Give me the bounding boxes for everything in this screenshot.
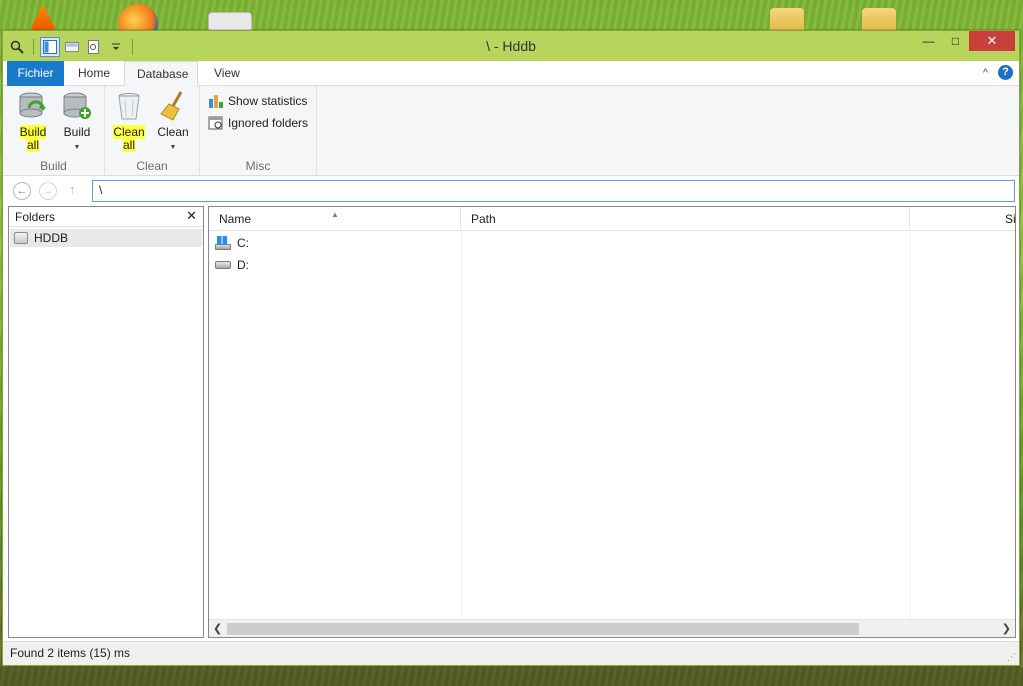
list-item-name: D: <box>237 258 249 272</box>
tree-item-hddb[interactable]: HDDB <box>10 229 202 247</box>
build-all-button[interactable]: Build all <box>13 90 53 152</box>
chevron-down-icon: ▼ <box>169 144 177 151</box>
column-header-path[interactable]: Path <box>461 207 910 231</box>
tab-home[interactable]: Home <box>66 61 122 86</box>
build-all-label-line2: all <box>26 138 39 152</box>
ribbon-right-controls: ^ ? <box>983 65 1013 80</box>
build-dropdown-button[interactable]: Build ▼ <box>57 90 97 154</box>
clean-dropdown-button[interactable]: Clean ▼ <box>153 90 193 154</box>
list-item[interactable]: D: <box>215 255 249 275</box>
help-icon[interactable]: ? <box>998 65 1013 80</box>
ribbon-panel: Build all Build ▼ Build Clean all Clean … <box>3 86 1019 176</box>
show-statistics-label: Show statistics <box>228 94 308 108</box>
document-desktop-icon[interactable] <box>208 12 252 32</box>
tab-database[interactable]: Database <box>124 61 198 87</box>
build-group: Build all Build ▼ Build <box>3 86 105 176</box>
column-header-name[interactable]: ▲ Name <box>209 207 461 231</box>
clean-label: Clean <box>157 125 189 139</box>
ignored-folders-button[interactable]: Ignored folders <box>208 115 308 131</box>
address-input[interactable]: \ <box>92 180 1015 202</box>
build-all-label-line1: Build <box>19 125 47 139</box>
tree-item-label: HDDB <box>34 231 69 245</box>
hard-drive-icon <box>215 261 231 269</box>
collapse-ribbon-icon[interactable]: ^ <box>983 67 988 79</box>
list-item-name: C: <box>237 236 249 250</box>
clean-group: Clean all Clean ▼ Clean <box>105 86 200 176</box>
clean-all-button[interactable]: Clean all <box>109 90 149 152</box>
tab-view[interactable]: View <box>202 61 252 86</box>
column-divider <box>461 231 462 619</box>
back-button[interactable]: ← <box>13 182 31 200</box>
folder-settings-icon <box>208 115 224 131</box>
up-button[interactable]: ↑ <box>69 182 76 197</box>
list-item[interactable]: C: <box>215 233 249 253</box>
maximize-button[interactable]: □ <box>942 31 969 51</box>
folders-pane: Folders ✕ HDDB <box>8 206 204 638</box>
bar-chart-icon <box>208 93 224 109</box>
tab-file[interactable]: Fichier <box>7 61 64 86</box>
drive-icon <box>14 232 28 244</box>
file-list-view: ▲ Name Path Si C: D: ❮ ❯ <box>208 206 1016 638</box>
ribbon-tabs: Fichier Home Database View ^ ? <box>3 61 1019 87</box>
close-icon[interactable]: ✕ <box>186 209 197 223</box>
list-header: ▲ Name Path Si <box>209 207 1015 231</box>
scroll-right-icon[interactable]: ❯ <box>1002 622 1011 635</box>
taskbar <box>0 667 1023 686</box>
sort-ascending-icon: ▲ <box>331 210 339 219</box>
minimize-button[interactable]: — <box>915 31 942 51</box>
clean-all-label-line1: Clean <box>113 125 145 139</box>
recycle-bin-icon <box>113 90 145 122</box>
window-title: \ - Hddb <box>486 38 536 54</box>
misc-group-label: Misc <box>245 159 271 173</box>
resize-grip-icon[interactable]: ⋰ <box>1007 652 1016 663</box>
forward-button[interactable]: → <box>39 182 57 200</box>
database-add-icon <box>61 90 93 122</box>
misc-group: Show statistics Ignored folders Misc <box>200 86 317 176</box>
column-divider <box>910 231 911 619</box>
scroll-left-icon[interactable]: ❮ <box>213 622 222 635</box>
status-bar: Found 2 items (15) ms ⋰ <box>3 641 1019 665</box>
windows-drive-icon <box>215 236 231 250</box>
broom-icon <box>157 90 189 122</box>
scrollbar-thumb[interactable] <box>227 623 859 635</box>
build-label: Build <box>63 125 91 139</box>
clean-group-label: Clean <box>136 159 168 173</box>
clean-all-label-line2: all <box>122 138 135 152</box>
database-refresh-icon <box>17 90 49 122</box>
navigation-bar: ← → ↑ \ <box>3 176 1019 206</box>
build-group-label: Build <box>40 159 67 173</box>
close-button[interactable]: ✕ <box>969 31 1015 51</box>
chevron-down-icon: ▼ <box>73 144 81 151</box>
vlc-desktop-icon[interactable] <box>30 4 56 30</box>
hddb-window: \ - Hddb — □ ✕ Fichier Home Database Vie… <box>2 30 1020 666</box>
status-text: Found 2 items (15) ms <box>10 646 131 660</box>
window-controls: — □ ✕ <box>915 31 1015 51</box>
column-header-size[interactable]: Si <box>910 207 1015 231</box>
title-bar: \ - Hddb — □ ✕ <box>3 31 1019 61</box>
ignored-folders-label: Ignored folders <box>228 116 309 130</box>
folders-title: Folders <box>15 210 56 224</box>
folders-header: Folders ✕ <box>9 207 203 227</box>
show-statistics-button[interactable]: Show statistics <box>208 93 307 109</box>
horizontal-scrollbar[interactable]: ❮ ❯ <box>209 619 1015 637</box>
